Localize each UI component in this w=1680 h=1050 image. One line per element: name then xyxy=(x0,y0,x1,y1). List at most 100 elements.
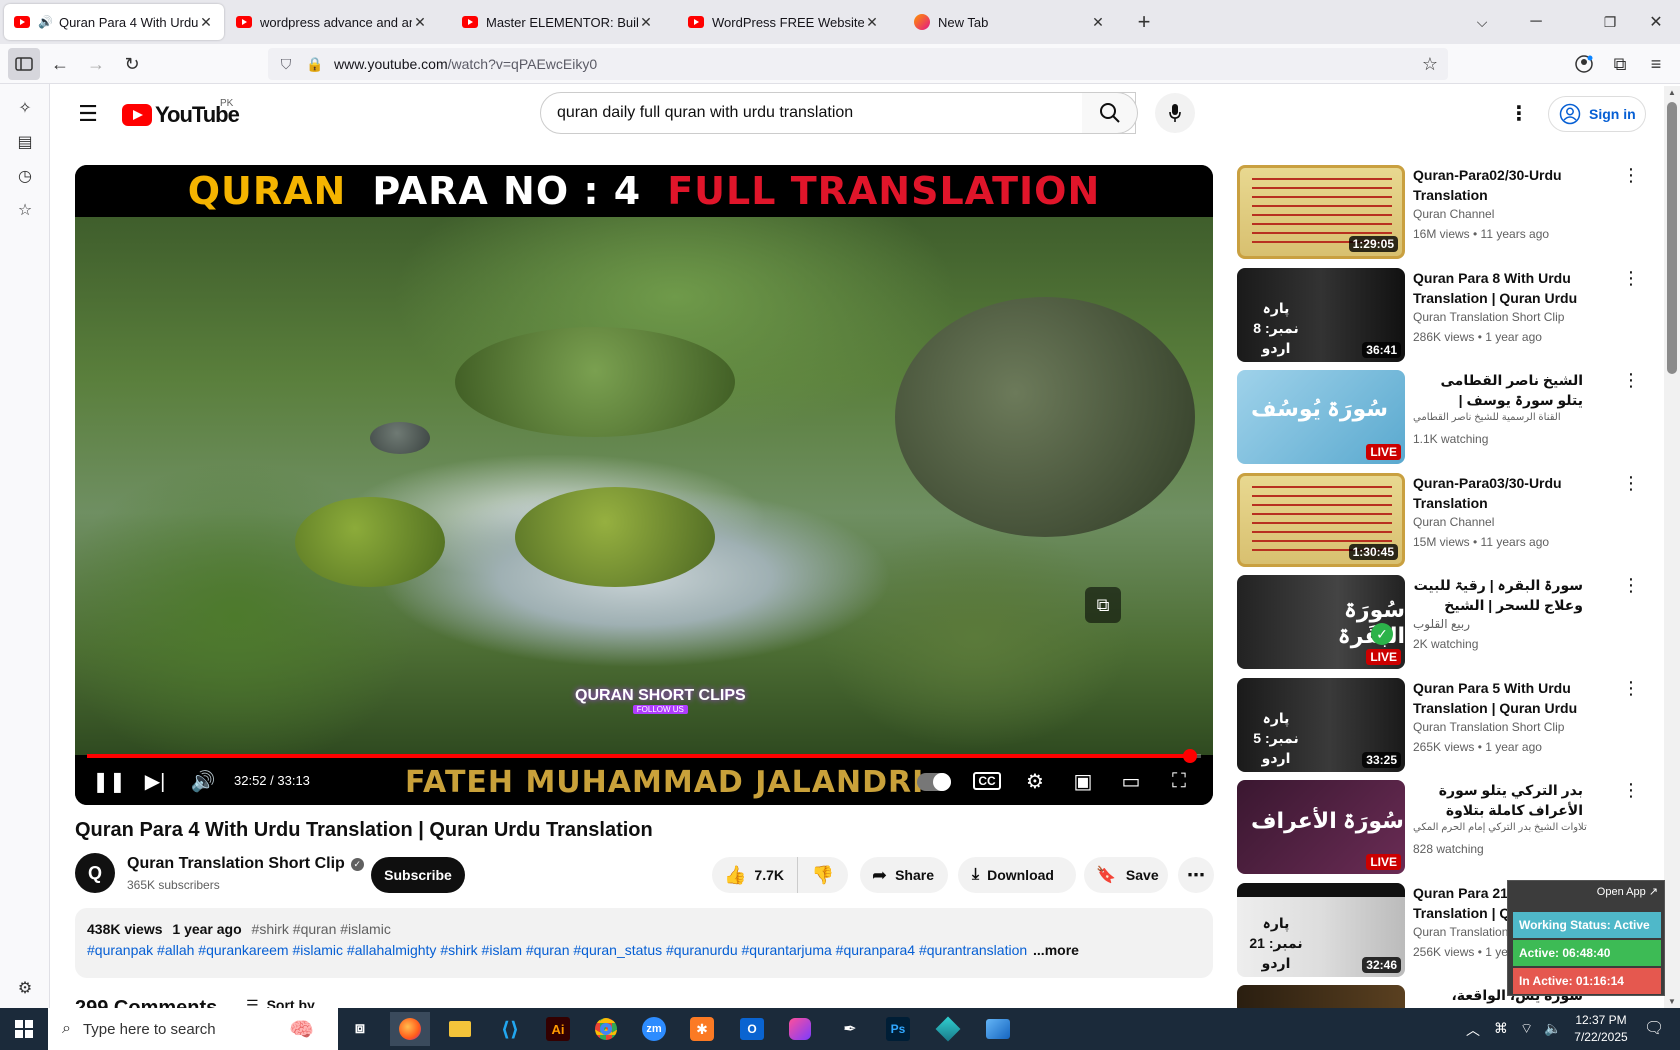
video-player[interactable]: QURAN PARA NO : 4 FULL TRANSLATION QURAN… xyxy=(75,165,1213,805)
more-actions-button[interactable]: ⋯ xyxy=(1178,857,1214,893)
recommendation-item[interactable]: پارہ نمبر: 8اردو ترجمہ 36:41 Quran Para … xyxy=(1237,268,1640,364)
diamond-app-icon[interactable] xyxy=(928,1012,968,1046)
pen-tool-icon[interactable]: ✒ xyxy=(830,1012,870,1046)
bookmark-star-icon[interactable]: ☆ xyxy=(1422,54,1438,75)
chrome-icon[interactable] xyxy=(586,1012,626,1046)
channel-avatar[interactable]: Q xyxy=(75,853,115,893)
bookmarks-icon[interactable]: ☆ xyxy=(13,198,37,222)
voice-search-button[interactable] xyxy=(1155,93,1195,133)
close-tab-icon[interactable]: ✕ xyxy=(638,14,654,31)
photoshop-icon[interactable]: Ps xyxy=(878,1012,918,1046)
thumbnail[interactable]: سُورَۃ البَقَرۃ ✓ LIVE xyxy=(1237,575,1405,669)
image-viewer-icon[interactable] xyxy=(978,1012,1018,1046)
reload-icon[interactable]: ↻ xyxy=(116,48,148,80)
new-tab-button[interactable]: + xyxy=(1128,6,1160,38)
recommendation-item[interactable]: 1:30:45 Quran-Para03/30-Urdu Translation… xyxy=(1237,473,1640,569)
action-menu-icon[interactable]: ⋮ xyxy=(1621,575,1641,599)
back-icon[interactable]: ← xyxy=(44,48,76,80)
thumbnail[interactable]: پارہ نمبر: 21اردو ترجمہ 32:46 xyxy=(1237,883,1405,977)
recommendation-item[interactable]: سُورَۃ الأعراف LIVE بدر التركي يتلو سورة… xyxy=(1237,780,1640,876)
thumbnail[interactable] xyxy=(1237,985,1405,1008)
action-menu-icon[interactable]: ⋮ xyxy=(1621,780,1641,804)
thumbnail[interactable]: سُورَۃ یُوسُف LIVE xyxy=(1237,370,1405,464)
like-button[interactable]: 👍 7.7K xyxy=(712,857,798,893)
shield-icon[interactable]: ⛉ xyxy=(268,56,304,73)
vscode-icon[interactable]: ⟨⟩ xyxy=(490,1012,530,1046)
search-button[interactable] xyxy=(1082,92,1138,134)
dislike-button[interactable]: 👎 xyxy=(798,865,848,886)
save-button[interactable]: 🔖 Save xyxy=(1084,857,1168,893)
lock-icon[interactable]: 🔒 xyxy=(304,56,326,73)
theater-mode-icon[interactable]: ▭ xyxy=(1113,763,1149,799)
close-tab-icon[interactable]: ✕ xyxy=(1090,14,1106,31)
close-tab-icon[interactable]: ✕ xyxy=(864,14,880,31)
forward-icon[interactable]: → xyxy=(80,48,112,80)
restore-icon[interactable]: ❐ xyxy=(1594,6,1626,38)
search-input[interactable]: quran daily full quran with urdu transla… xyxy=(540,92,1136,134)
pause-icon[interactable]: ❚❚ xyxy=(91,763,127,799)
app-menu-icon[interactable]: ≡ xyxy=(1640,48,1672,80)
task-view-icon[interactable]: ⧈ xyxy=(340,1012,380,1046)
next-icon[interactable]: ▶| xyxy=(137,763,173,799)
outlook-icon[interactable]: O xyxy=(732,1012,772,1046)
description-box[interactable]: 438K views 1 year ago #shirk #quran #isl… xyxy=(75,908,1213,978)
miniplayer-icon[interactable]: ▣ xyxy=(1065,763,1101,799)
start-button[interactable] xyxy=(4,1012,44,1046)
progress-bar[interactable] xyxy=(87,749,1201,763)
ai-chatbot-icon[interactable]: ✧ xyxy=(13,96,37,120)
channel-name[interactable]: Quran Translation Short Clip ✓ xyxy=(127,855,364,873)
action-menu-icon[interactable]: ⋮ xyxy=(1621,678,1641,702)
share-button[interactable]: ➦ Share xyxy=(860,857,948,893)
thumbnail[interactable]: پارہ نمبر: 8اردو ترجمہ 36:41 xyxy=(1237,268,1405,362)
subtitles-button[interactable]: CC xyxy=(969,763,1005,799)
recommendation-item[interactable]: پارہ نمبر: 5اردو ترجمہ 33:25 Quran Para … xyxy=(1237,678,1640,774)
scrollbar[interactable]: ▲ ▼ xyxy=(1664,86,1680,1008)
action-menu-icon[interactable]: ⋮ xyxy=(1621,473,1641,497)
tab-wordpress-free[interactable]: WordPress FREE Website Desigr ✕ xyxy=(678,4,890,40)
zoom-icon[interactable]: zm xyxy=(634,1012,674,1046)
tab-new-tab[interactable]: New Tab ✕ xyxy=(904,4,1116,40)
scrubber-handle[interactable] xyxy=(1182,749,1197,763)
notifications-icon[interactable]: 🗨 xyxy=(1644,1018,1664,1038)
design-app-icon[interactable] xyxy=(780,1012,820,1046)
action-menu-icon[interactable]: ⋮ xyxy=(1621,370,1641,394)
volume-icon[interactable]: 🔊 xyxy=(185,763,221,799)
more-link[interactable]: ...more xyxy=(1033,942,1079,958)
speaker-tray-icon[interactable]: 🔈 xyxy=(1544,1020,1561,1037)
thumbnail[interactable]: 1:29:05 xyxy=(1237,165,1405,259)
recommendation-item[interactable]: سُورَۃ البَقَرۃ ✓ LIVE سورۃ البقرہ | رقی… xyxy=(1237,575,1640,671)
download-button[interactable]: ⤓ Download xyxy=(958,857,1076,893)
minimize-icon[interactable]: ─ xyxy=(1520,6,1552,38)
sign-in-button[interactable]: Sign in xyxy=(1548,96,1646,132)
network-icon[interactable]: ⌘ xyxy=(1494,1020,1508,1037)
list-tabs-icon[interactable]: ⌵ xyxy=(1466,6,1498,38)
tab-quran-para-4[interactable]: 🔊 Quran Para 4 With Urdu Tra ✕ xyxy=(4,4,224,40)
close-window-icon[interactable]: ✕ xyxy=(1640,6,1672,38)
close-tab-icon[interactable]: ✕ xyxy=(198,14,214,31)
guide-menu-icon[interactable]: ☰ xyxy=(72,100,104,128)
thumbnail[interactable]: 1:30:45 xyxy=(1237,473,1405,567)
wifi-icon[interactable]: ⌔ xyxy=(1520,1020,1533,1038)
file-explorer-icon[interactable] xyxy=(440,1012,480,1046)
sidebar-toggle-icon[interactable] xyxy=(8,48,40,80)
recommendation-item[interactable]: 1:29:05 Quran-Para02/30-Urdu Translation… xyxy=(1237,165,1640,261)
picture-in-picture-overlay-icon[interactable]: ⧉ xyxy=(1085,587,1121,623)
recommendation-item[interactable]: سُورَۃ یُوسُف LIVE الشیخ ناصر القطامی یت… xyxy=(1237,370,1640,466)
more-options-icon[interactable]: ⋮ xyxy=(1506,100,1532,126)
taskbar-search-input[interactable]: ⌕ Type here to search 🧠 xyxy=(48,1008,338,1050)
open-app-link[interactable]: Open App ↗ xyxy=(1508,885,1658,898)
thumbnail[interactable]: پارہ نمبر: 5اردو ترجمہ 33:25 xyxy=(1237,678,1405,772)
settings-gear-icon[interactable]: ⚙ xyxy=(13,976,37,1000)
xampp-icon[interactable]: ✱ xyxy=(682,1012,722,1046)
sort-by-button[interactable]: ☰ Sort by xyxy=(246,998,315,1008)
account-icon[interactable] xyxy=(1568,48,1600,80)
description-hashtags[interactable]: #quranpak #allah #qurankareem #islamic #… xyxy=(87,942,1027,958)
fullscreen-icon[interactable]: ⛶ xyxy=(1161,763,1197,799)
show-hidden-icons[interactable]: ︿ xyxy=(1466,1020,1480,1040)
settings-icon[interactable]: ⚙ xyxy=(1017,763,1053,799)
firefox-taskbar-icon[interactable] xyxy=(390,1012,430,1046)
illustrator-icon[interactable]: Ai xyxy=(538,1012,578,1046)
subscribe-button[interactable]: Subscribe xyxy=(371,857,465,893)
speaker-icon[interactable]: 🔊 xyxy=(38,15,53,29)
tab-master-elementor[interactable]: Master ELEMENTOR: Build a Res ✕ xyxy=(452,4,664,40)
